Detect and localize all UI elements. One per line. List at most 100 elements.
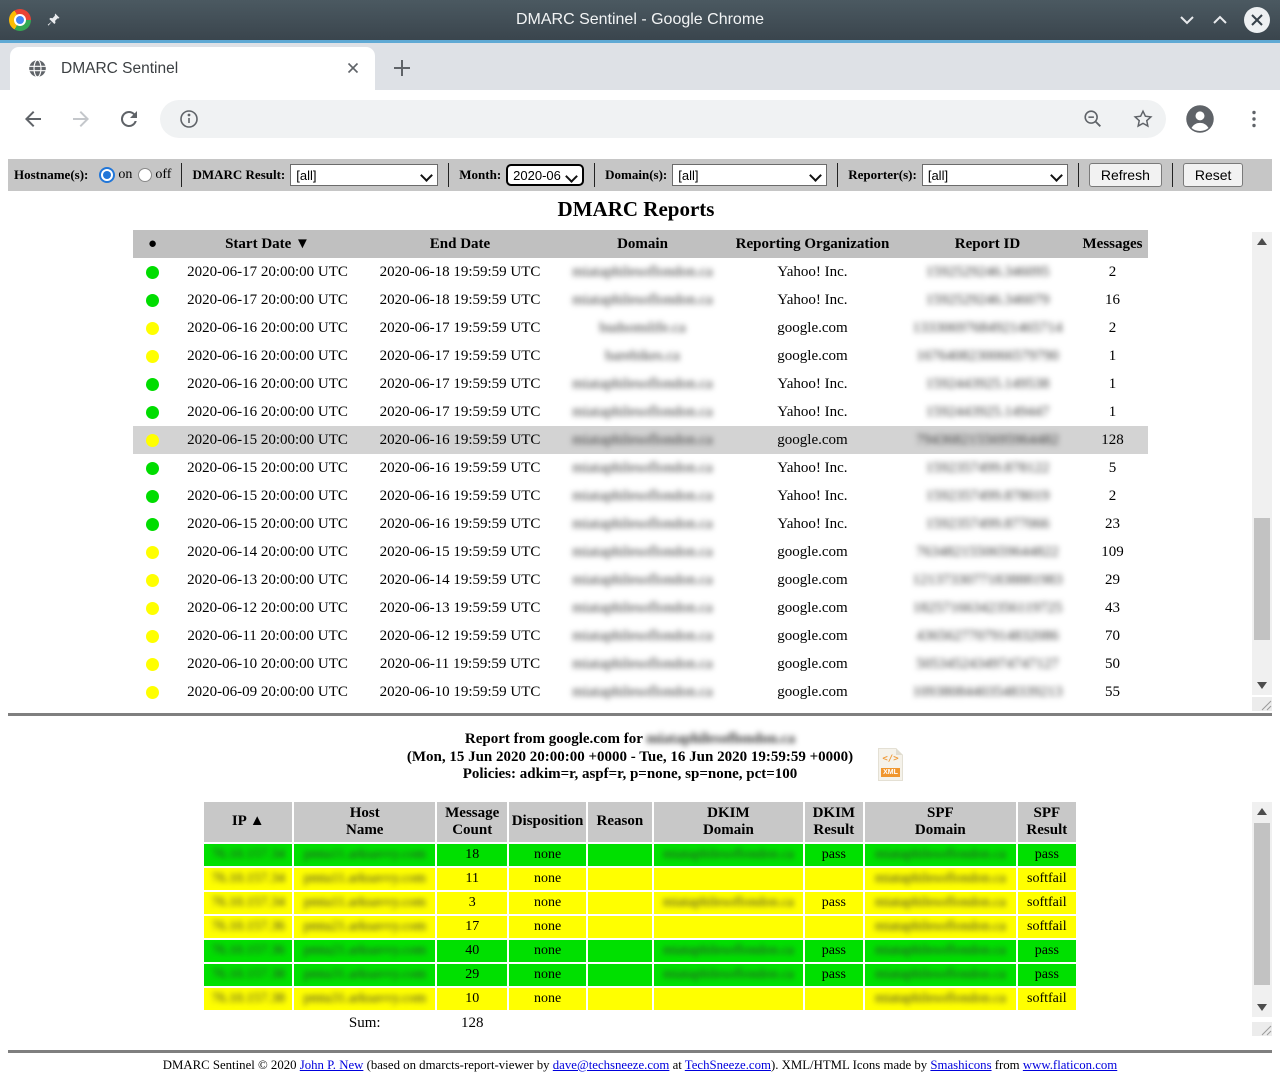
detail-column-header[interactable]: IP ▲ bbox=[204, 802, 292, 842]
detail-scrollbar[interactable] bbox=[1252, 802, 1272, 1017]
detail-message-count: 29 bbox=[437, 964, 507, 986]
minimize-icon[interactable] bbox=[1178, 11, 1196, 29]
report-row[interactable]: 2020-06-14 20:00:00 UTC2020-06-15 19:59:… bbox=[133, 538, 1148, 566]
detail-reason bbox=[588, 988, 652, 1010]
detail-column-header[interactable]: Disposition bbox=[509, 802, 585, 842]
tab-close-icon[interactable] bbox=[345, 60, 361, 76]
report-row[interactable]: 2020-06-16 20:00:00 UTC2020-06-17 19:59:… bbox=[133, 342, 1148, 370]
detail-reason bbox=[588, 964, 652, 986]
report-row[interactable]: 2020-06-17 20:00:00 UTC2020-06-18 19:59:… bbox=[133, 286, 1148, 314]
report-org: Yahoo! Inc. bbox=[728, 482, 898, 510]
detail-message-count: 3 bbox=[437, 892, 507, 914]
detail-column-header[interactable]: Message Count bbox=[437, 802, 507, 842]
new-tab-button[interactable] bbox=[388, 54, 416, 82]
detail-column-header[interactable]: DKIM Domain bbox=[654, 802, 803, 842]
report-messages: 1 bbox=[1078, 398, 1148, 426]
report-row[interactable]: 2020-06-15 20:00:00 UTC2020-06-16 19:59:… bbox=[133, 482, 1148, 510]
reports-column-header[interactable]: ● bbox=[133, 230, 173, 258]
menu-icon[interactable] bbox=[1242, 107, 1266, 131]
reports-column-header[interactable]: Reporting Organization bbox=[728, 230, 898, 258]
report-row[interactable]: 2020-06-15 20:00:00 UTC2020-06-16 19:59:… bbox=[133, 454, 1148, 482]
report-row[interactable]: 2020-06-13 20:00:00 UTC2020-06-14 19:59:… bbox=[133, 566, 1148, 594]
scroll-down-arrow-icon[interactable] bbox=[1257, 682, 1267, 689]
report-end-date: 2020-06-11 19:59:59 UTC bbox=[363, 650, 558, 678]
month-label: Month: bbox=[459, 167, 501, 183]
report-row[interactable]: 2020-06-12 20:00:00 UTC2020-06-13 19:59:… bbox=[133, 594, 1148, 622]
scroll-down-arrow-icon[interactable] bbox=[1257, 1004, 1267, 1011]
report-row[interactable]: 2020-06-16 20:00:00 UTC2020-06-17 19:59:… bbox=[133, 314, 1148, 342]
xml-download-icon[interactable]: </> XML bbox=[878, 748, 903, 781]
month-value: 2020-06 bbox=[513, 168, 561, 183]
reports-scrollbar[interactable] bbox=[1252, 232, 1272, 695]
scrollbar-thumb[interactable] bbox=[1254, 518, 1270, 640]
back-button[interactable] bbox=[21, 107, 45, 131]
footer-link[interactable]: Smashicons bbox=[930, 1058, 991, 1072]
avatar-icon[interactable] bbox=[1185, 104, 1215, 134]
footer-link[interactable]: www.flaticon.com bbox=[1023, 1058, 1117, 1072]
report-org: google.com bbox=[728, 314, 898, 342]
month-select[interactable]: 2020-06 bbox=[506, 164, 584, 186]
scroll-up-arrow-icon[interactable] bbox=[1257, 808, 1267, 815]
report-row[interactable]: 2020-06-17 20:00:00 UTC2020-06-18 19:59:… bbox=[133, 258, 1148, 286]
report-row[interactable]: 2020-06-16 20:00:00 UTC2020-06-17 19:59:… bbox=[133, 370, 1148, 398]
info-icon[interactable] bbox=[179, 109, 199, 129]
report-row[interactable]: 2020-06-11 20:00:00 UTC2020-06-12 19:59:… bbox=[133, 622, 1148, 650]
bookmark-star-icon[interactable] bbox=[1132, 108, 1154, 130]
detail-host-redacted: pmta11.arksavvy.com bbox=[304, 847, 426, 862]
refresh-button[interactable]: Refresh bbox=[1089, 163, 1162, 187]
detail-column-header[interactable]: Host Name bbox=[294, 802, 435, 842]
scroll-up-arrow-icon[interactable] bbox=[1257, 238, 1267, 245]
report-row[interactable]: 2020-06-10 20:00:00 UTC2020-06-11 19:59:… bbox=[133, 650, 1148, 678]
reports-column-header[interactable]: Report ID bbox=[898, 230, 1078, 258]
reports-column-header[interactable]: Start Date ▼ bbox=[173, 230, 363, 258]
status-dot-icon bbox=[146, 266, 159, 279]
footer-link[interactable]: TechSneeze.com bbox=[685, 1058, 771, 1072]
detail-spf-domain-redacted: miataphilesoflondon.ca bbox=[875, 847, 1006, 862]
hostnames-label: Hostname(s): bbox=[14, 167, 88, 183]
report-row[interactable]: 2020-06-15 20:00:00 UTC2020-06-16 19:59:… bbox=[133, 426, 1148, 454]
reports-column-header[interactable]: End Date bbox=[363, 230, 558, 258]
detail-table: IP ▲Host NameMessage CountDispositionRea… bbox=[202, 800, 1078, 1036]
window-title: DMARC Sentinel - Google Chrome bbox=[0, 11, 1280, 29]
report-messages: 109 bbox=[1078, 538, 1148, 566]
address-bar[interactable] bbox=[160, 100, 1166, 138]
footer-link[interactable]: dave@techsneeze.com bbox=[553, 1058, 670, 1072]
detail-spf-domain: miataphilesoflondon.ca bbox=[865, 916, 1016, 938]
report-row[interactable]: 2020-06-09 20:00:00 UTC2020-06-10 19:59:… bbox=[133, 678, 1148, 706]
reports-column-header[interactable]: Domain bbox=[558, 230, 728, 258]
reports-column-header[interactable]: Messages bbox=[1078, 230, 1148, 258]
report-row[interactable]: 2020-06-16 20:00:00 UTC2020-06-17 19:59:… bbox=[133, 398, 1148, 426]
status-dot-icon bbox=[146, 630, 159, 643]
detail-date-range: (Mon, 15 Jun 2020 20:00:00 +0000 - Tue, … bbox=[8, 749, 1252, 767]
detail-column-header[interactable]: SPF Domain bbox=[865, 802, 1016, 842]
tab-dmarc-sentinel[interactable]: DMARC Sentinel bbox=[10, 47, 375, 90]
dmarc-result-select[interactable]: [all] bbox=[290, 164, 438, 186]
forward-button[interactable] bbox=[69, 107, 93, 131]
report-id-redacted: 7943682155695964482 bbox=[916, 432, 1059, 448]
domains-select[interactable]: [all] bbox=[672, 164, 827, 186]
report-domain-redacted: miataphilesoflondon.ca bbox=[572, 404, 712, 420]
close-window-button[interactable] bbox=[1244, 7, 1270, 33]
hostnames-on-radio[interactable] bbox=[99, 167, 115, 183]
report-domain: miataphilesoflondon.ca bbox=[558, 398, 728, 426]
zoom-icon[interactable] bbox=[1082, 108, 1104, 130]
scrollbar-thumb[interactable] bbox=[1254, 823, 1270, 985]
status-dot-icon bbox=[146, 378, 159, 391]
maximize-icon[interactable] bbox=[1211, 11, 1229, 29]
report-domain: miataphilesoflondon.ca bbox=[558, 650, 728, 678]
resize-grip-icon[interactable] bbox=[1252, 697, 1272, 711]
detail-column-header[interactable]: SPF Result bbox=[1018, 802, 1076, 842]
hostnames-off-radio[interactable] bbox=[138, 168, 152, 182]
report-start-date: 2020-06-15 20:00:00 UTC bbox=[173, 426, 363, 454]
detail-spf-result: softfail bbox=[1018, 868, 1076, 890]
report-row[interactable]: 2020-06-15 20:00:00 UTC2020-06-16 19:59:… bbox=[133, 510, 1148, 538]
detail-host-redacted: pmta31.arksavvy.com bbox=[303, 991, 426, 1006]
reset-button[interactable]: Reset bbox=[1183, 163, 1244, 187]
reporters-select[interactable]: [all] bbox=[922, 164, 1068, 186]
report-messages: 5 bbox=[1078, 454, 1148, 482]
resize-grip-icon[interactable] bbox=[1252, 1022, 1272, 1036]
footer-link[interactable]: John P. New bbox=[300, 1058, 364, 1072]
reload-button[interactable] bbox=[117, 107, 141, 131]
detail-column-header[interactable]: Reason bbox=[588, 802, 652, 842]
detail-column-header[interactable]: DKIM Result bbox=[805, 802, 863, 842]
